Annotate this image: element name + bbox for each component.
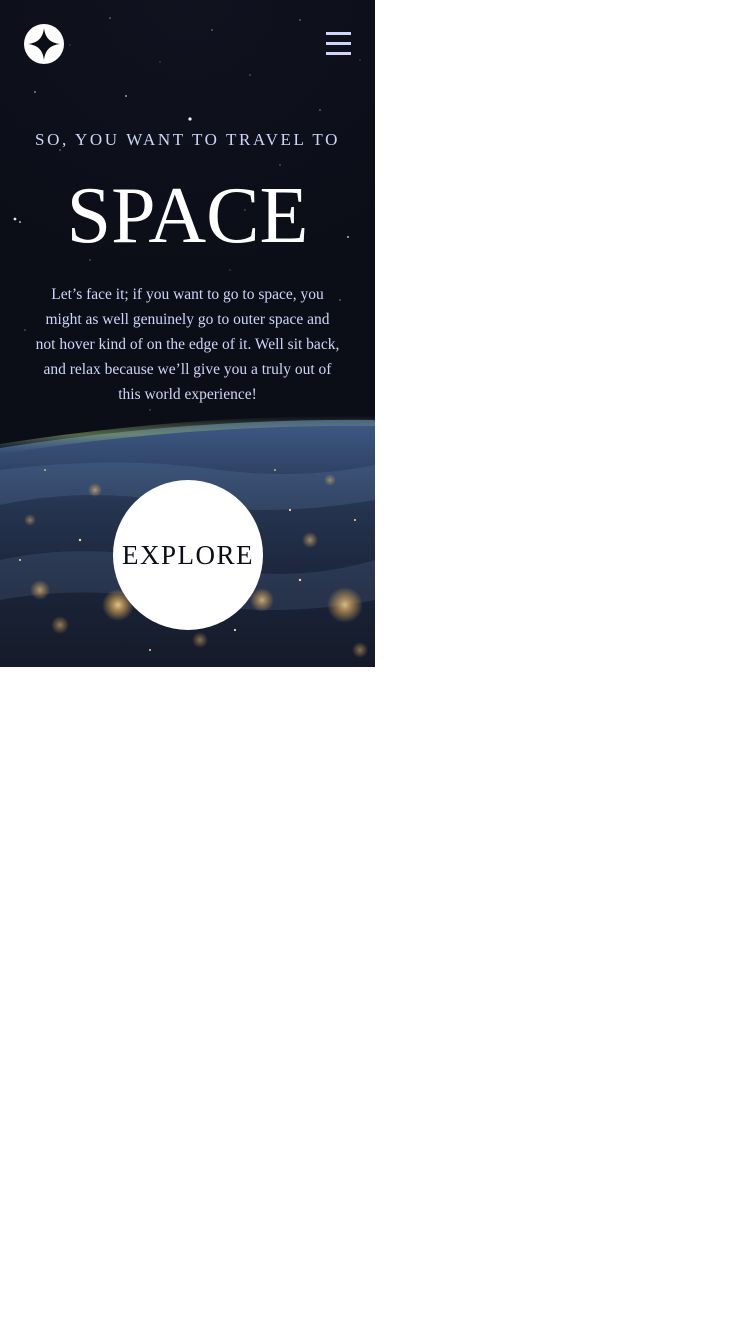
- explore-button[interactable]: EXPLORE: [113, 480, 263, 630]
- menu-bar-top: [326, 32, 351, 35]
- hero-section: SO, YOU WANT TO TRAVEL TO SPACE Let’s fa…: [0, 0, 375, 667]
- hero-title: SPACE: [66, 172, 309, 260]
- hamburger-menu-icon[interactable]: [326, 32, 351, 56]
- home-logo-button[interactable]: [24, 24, 64, 64]
- hero-subtitle: SO, YOU WANT TO TRAVEL TO: [35, 130, 340, 149]
- menu-bar-bottom: [326, 52, 351, 55]
- hero-description: Let’s face it; if you want to go to spac…: [35, 286, 340, 403]
- menu-bar-middle: [326, 42, 351, 45]
- explore-button-label: EXPLORE: [122, 539, 254, 570]
- star-logo-icon: [28, 28, 60, 60]
